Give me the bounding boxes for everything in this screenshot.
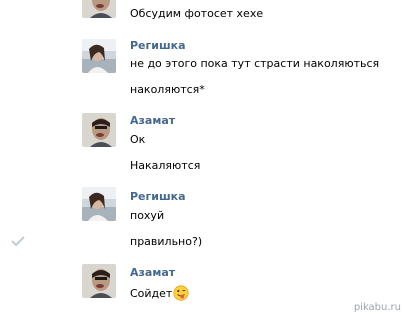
avatar-image: [82, 0, 116, 18]
checkmark-icon: [11, 236, 25, 246]
message-text: Обсудим фотосет хехе: [130, 7, 264, 20]
message-author[interactable]: Азамат: [130, 114, 175, 127]
message-text-row: Сойдет: [130, 285, 189, 301]
message-author[interactable]: Регишка: [130, 190, 186, 203]
avatar-image: [82, 187, 116, 221]
avatar-azamat[interactable]: [82, 113, 116, 147]
message-author[interactable]: Азамат: [130, 266, 175, 279]
avatar-regishka[interactable]: [82, 39, 116, 73]
avatar-regishka[interactable]: [82, 187, 116, 221]
message-author[interactable]: Регишка: [130, 39, 186, 52]
message-text: Накаляются: [130, 159, 201, 172]
avatar-azamat[interactable]: [82, 264, 116, 298]
avatar-image: [82, 39, 116, 73]
message-text: правильно?): [130, 235, 203, 248]
message-text: Сойдет: [130, 287, 173, 300]
message-text: не до этого пока тут страсти наколяються: [130, 57, 380, 70]
avatar-image: [82, 264, 116, 298]
message-text: похуй: [130, 209, 165, 222]
tongue-wink-emoji-icon: [173, 285, 189, 301]
avatar-image: [82, 113, 116, 147]
watermark: pikabu.ru: [353, 302, 401, 313]
avatar-azamat[interactable]: [82, 0, 116, 18]
message-text: Ок: [130, 133, 146, 146]
message-text: наколяются*: [130, 83, 205, 96]
